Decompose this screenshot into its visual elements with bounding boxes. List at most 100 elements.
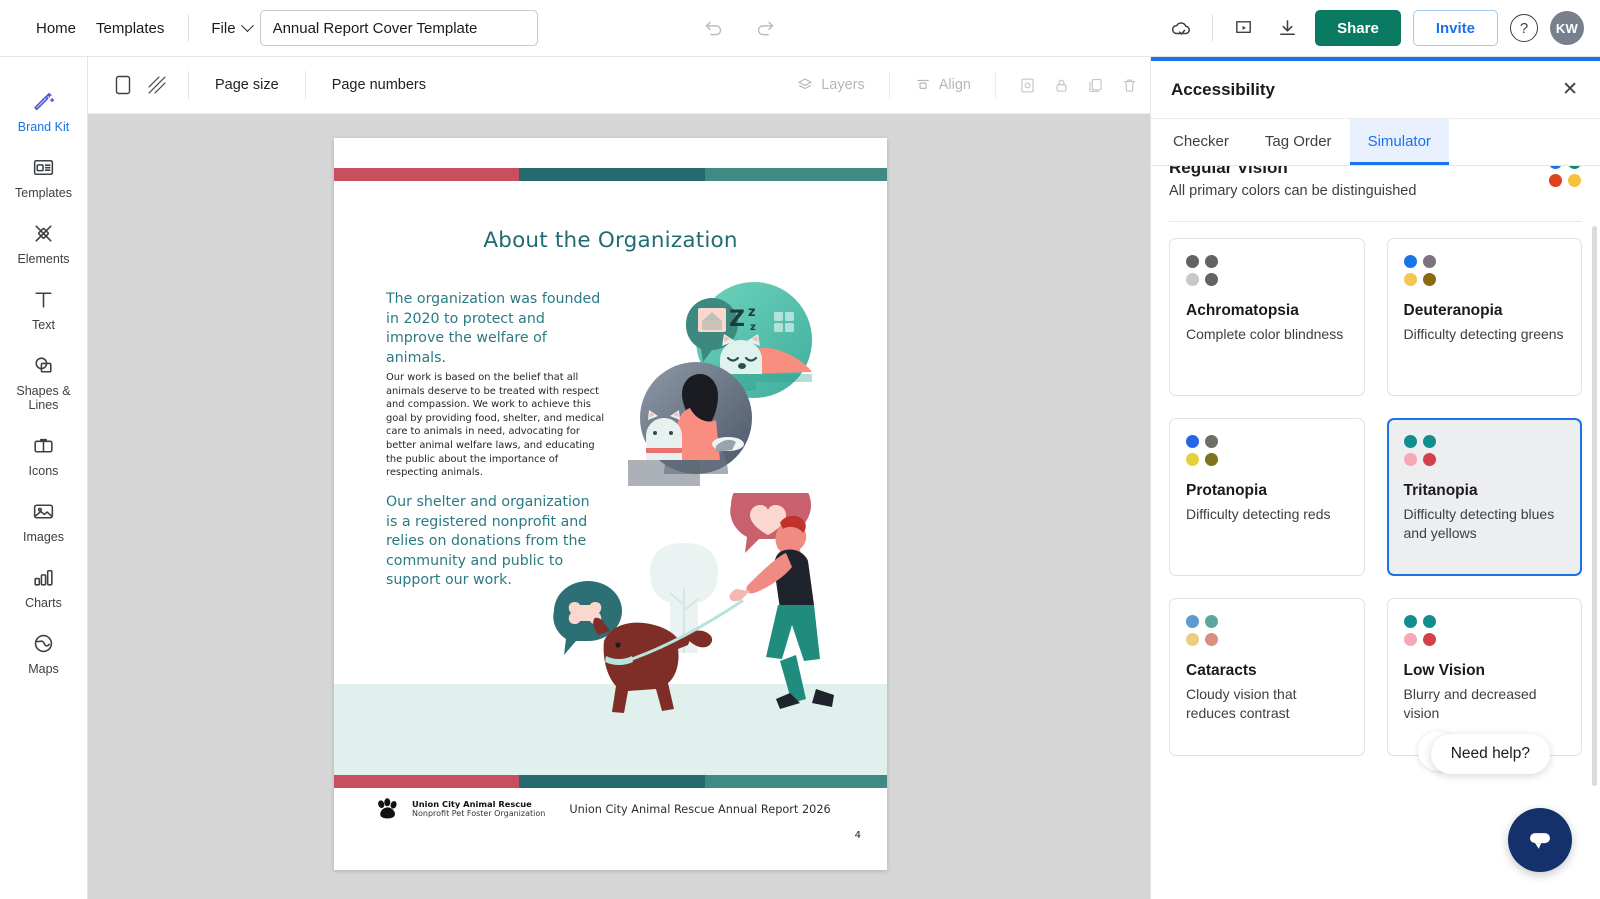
need-help-bubble[interactable]: Need help? (1430, 734, 1550, 774)
band-red (334, 168, 520, 181)
sidebar-item-maps[interactable]: Maps (4, 621, 84, 683)
sidebar-item-images[interactable]: Images (4, 489, 84, 551)
document-title-input[interactable] (259, 10, 538, 46)
avatar[interactable]: KW (1550, 11, 1584, 45)
panel-content[interactable]: Regular Vision All primary colors can be… (1151, 166, 1600, 899)
subbar-right-tools: Layers Align (786, 69, 1150, 101)
panel-tabs: Checker Tag Order Simulator (1151, 119, 1600, 166)
band-teal (519, 168, 705, 181)
color-dot (1186, 633, 1199, 646)
undo-icon[interactable] (698, 12, 730, 44)
text-t-icon (31, 286, 56, 312)
sidebar-item-label: Templates (15, 186, 72, 200)
image-icon (31, 498, 56, 524)
simulator-card-protanopia[interactable]: Protanopia Difficulty detecting reds (1169, 418, 1365, 576)
tab-simulator[interactable]: Simulator (1349, 119, 1449, 165)
document-body-paragraph[interactable]: Our work is based on the belief that all… (386, 371, 608, 480)
sidebar-item-label: Images (23, 530, 64, 544)
app-root: Home Templates File Annual Report Cover … (0, 0, 1600, 899)
layers-button[interactable]: Layers (786, 70, 875, 100)
page-numbers-button[interactable]: Page numbers (320, 70, 438, 100)
sidebar-item-charts[interactable]: Charts (4, 555, 84, 617)
toolbar-divider (188, 15, 190, 41)
band-green-2 (704, 775, 887, 788)
history-controls (698, 12, 782, 44)
paw-logo-icon (378, 798, 397, 819)
sidebar-item-text[interactable]: Text (4, 277, 84, 339)
page-title[interactable]: About the Organization (334, 228, 887, 253)
page-rect-icon[interactable] (106, 69, 140, 101)
card-description: Difficulty detecting blues and yellows (1403, 506, 1555, 541)
close-icon[interactable]: ✕ (1562, 80, 1578, 99)
color-dot (1205, 615, 1218, 628)
sidebar-item-shapes-lines[interactable]: Shapes & Lines (4, 343, 84, 419)
bottom-color-band (334, 775, 887, 788)
card-dots (1186, 615, 1348, 646)
invite-button[interactable]: Invite (1412, 10, 1498, 46)
share-button[interactable]: Share (1315, 10, 1401, 46)
subbar-divider-3 (888, 71, 890, 99)
footer-logo-text: Union City Animal Rescue Nonprofit Pet F… (412, 799, 545, 819)
nav-home[interactable]: Home (26, 14, 86, 43)
regular-vision-text: Regular Vision All primary colors can be… (1169, 166, 1416, 199)
file-menu-label: File (211, 19, 236, 37)
duplicate-icon[interactable] (1078, 69, 1112, 101)
simulator-card-achromatopsia[interactable]: Achromatopsia Complete color blindness (1169, 238, 1365, 396)
regular-vision-desc: All primary colors can be distinguished (1169, 183, 1417, 199)
toolbar-divider-2 (1212, 15, 1214, 41)
crop-icon[interactable] (1010, 69, 1044, 101)
simulator-card-deuteranopia[interactable]: Deuteranopia Difficulty detecting greens (1386, 238, 1582, 396)
panel-title: Accessibility (1171, 79, 1275, 99)
svg-text:z: z (748, 305, 756, 320)
dog-walking-illustration[interactable] (544, 493, 854, 723)
nav-templates[interactable]: Templates (86, 14, 174, 43)
sidebar-item-elements[interactable]: Elements (4, 211, 84, 273)
file-menu-button[interactable]: File (203, 14, 259, 43)
color-dot (1403, 435, 1417, 448)
sidebar-item-templates[interactable]: Templates (4, 145, 84, 207)
color-dot (1549, 174, 1562, 187)
present-icon[interactable] (1227, 12, 1259, 44)
color-dot (1205, 435, 1218, 448)
align-button[interactable]: Align (904, 70, 981, 100)
simulator-card-low-vision[interactable]: Low Vision Blurry and decreased vision (1386, 598, 1582, 756)
sidebar-item-label: Maps (28, 662, 59, 676)
card-title: Tritanopia (1403, 482, 1478, 499)
help-icon[interactable]: ? (1510, 14, 1538, 42)
redo-icon[interactable] (750, 12, 782, 44)
sidebar-item-label: Text (32, 318, 55, 332)
card-dots (1403, 435, 1566, 466)
simulator-card-grid: Achromatopsia Complete color blindness D… (1169, 238, 1582, 756)
download-icon[interactable] (1271, 12, 1303, 44)
sidebar-item-label: Elements (17, 252, 70, 266)
color-dot (1205, 633, 1218, 646)
card-title: Low Vision (1403, 662, 1486, 679)
sidebar-item-brand-kit[interactable]: Brand Kit (4, 79, 84, 141)
simulator-card-tritanopia[interactable]: Tritanopia Difficulty detecting blues an… (1386, 418, 1582, 576)
tab-tag-order[interactable]: Tag Order (1247, 119, 1350, 165)
document-lead-paragraph[interactable]: The organization was founded in 2020 to … (386, 290, 601, 368)
document-page[interactable]: About the Organization The organization … (334, 138, 887, 870)
regular-vision-row[interactable]: Regular Vision All primary colors can be… (1169, 166, 1582, 199)
cloud-check-icon[interactable] (1166, 12, 1198, 44)
card-description: Cloudy vision that reduces contrast (1186, 686, 1297, 721)
pattern-swatch-icon[interactable] (140, 69, 174, 101)
lock-icon[interactable] (1044, 69, 1078, 101)
subbar-divider-4 (995, 71, 996, 99)
card-title: Deuteranopia (1403, 302, 1503, 319)
color-dot (1403, 453, 1417, 466)
trash-icon[interactable] (1112, 69, 1146, 101)
color-dot (1403, 615, 1417, 628)
panel-scrollbar[interactable] (1592, 226, 1597, 786)
card-title: Cataracts (1186, 662, 1257, 679)
sidebar-item-icons[interactable]: Icons (4, 423, 84, 485)
card-description: Blurry and decreased vision (1403, 686, 1537, 721)
page-size-button[interactable]: Page size (203, 70, 291, 100)
simulator-card-cataracts[interactable]: Cataracts Cloudy vision that reduces con… (1169, 598, 1365, 756)
tab-checker[interactable]: Checker (1155, 119, 1247, 165)
cat-and-person-illustration[interactable]: Z z z (624, 278, 834, 488)
regular-vision-dots (1549, 166, 1582, 187)
card-dots (1403, 255, 1566, 286)
card-title: Achromatopsia (1186, 302, 1299, 319)
chat-fab-button[interactable] (1508, 808, 1572, 872)
